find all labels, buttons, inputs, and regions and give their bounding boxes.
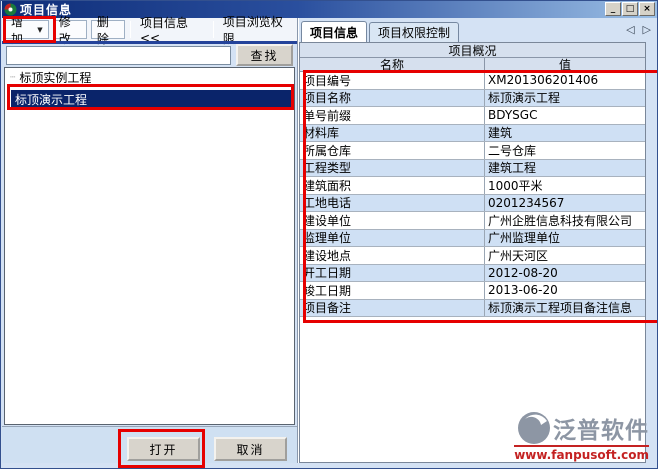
add-button[interactable]: 增加 ▼	[5, 20, 49, 39]
modify-button[interactable]: 修改	[53, 20, 87, 39]
field-value: 标顶演示工程	[485, 90, 645, 107]
bottom-bar: 打开 取消	[2, 426, 298, 463]
maximize-button[interactable]: □	[622, 2, 638, 16]
field-name: 竣工日期	[300, 282, 485, 299]
tree-line-icon: ┄	[10, 73, 16, 83]
field-name: 所属仓库	[300, 142, 485, 159]
project-tree: ┄ 标顶实例工程 标顶演示工程	[4, 67, 295, 425]
table-row[interactable]: 工地电话 0201234567	[300, 195, 645, 213]
field-name: 单号前缀	[300, 107, 485, 124]
field-name: 监理单位	[300, 230, 485, 247]
dropdown-arrow-icon: ▼	[37, 26, 42, 34]
table-row[interactable]: 建设单位 广州企胜信息科技有限公司	[300, 212, 645, 230]
field-value: 1000平米	[485, 177, 645, 194]
tab-bar: 项目信息 项目权限控制 ◁ ▷	[301, 21, 657, 42]
table-row[interactable]: 建设地点 广州天河区	[300, 247, 645, 265]
find-button-label: 查找	[250, 47, 278, 64]
table-row[interactable]: 竣工日期 2013-06-20	[300, 282, 645, 300]
table-row[interactable]: 监理单位 广州监理单位	[300, 230, 645, 248]
search-row: 查找	[2, 44, 298, 67]
field-value: 2013-06-20	[485, 282, 645, 299]
minimize-button[interactable]: _	[605, 2, 621, 16]
field-value: 广州企胜信息科技有限公司	[485, 212, 645, 229]
toolbar-separator	[213, 21, 214, 38]
maximize-icon: □	[626, 5, 635, 14]
tree-item-label: 标顶演示工程	[15, 91, 87, 108]
project-info-collapse-button[interactable]: 项目信息<<	[135, 20, 208, 39]
table-row[interactable]: 项目编号 XM201306201406	[300, 72, 645, 90]
table-row[interactable]: 项目备注 标顶演示工程项目备注信息	[300, 300, 645, 318]
field-name: 项目备注	[300, 300, 485, 317]
field-value: 标顶演示工程项目备注信息	[485, 300, 645, 317]
field-value: XM201306201406	[485, 72, 645, 89]
field-value: 二号仓库	[485, 142, 645, 159]
cancel-button[interactable]: 取消	[214, 437, 287, 461]
brand-name: 泛普软件	[553, 411, 649, 445]
column-header-value: 值	[485, 58, 645, 71]
watermark: 泛普软件 www.fanpusoft.com	[499, 411, 649, 462]
browse-permission-button[interactable]: 项目浏览权限	[218, 20, 294, 39]
brand-site: www.fanpusoft.com	[514, 445, 649, 462]
open-button-label: 打开	[149, 441, 177, 458]
field-name: 工程类型	[300, 160, 485, 177]
table-row[interactable]: 项目名称 标顶演示工程	[300, 90, 645, 108]
field-name: 材料库	[300, 125, 485, 142]
field-name: 建设单位	[300, 212, 485, 229]
find-button[interactable]: 查找	[236, 44, 293, 66]
field-name: 工地电话	[300, 195, 485, 212]
delete-button[interactable]: 删除	[91, 20, 125, 39]
table-title: 项目概况	[300, 43, 645, 58]
tree-item-label: 标顶实例工程	[19, 69, 91, 86]
table-body: 项目编号 XM201306201406 项目名称 标顶演示工程 单号前缀 BDY…	[300, 72, 645, 317]
tab-label: 项目权限控制	[378, 24, 450, 41]
project-info-window: 项目信息 _ □ × 增加 ▼ 修改 删除 项目信息<<	[0, 0, 658, 469]
column-header-name: 名称	[300, 58, 485, 71]
search-input[interactable]	[6, 46, 231, 65]
tab-project-permission[interactable]: 项目权限控制	[369, 22, 459, 42]
table-row[interactable]: 单号前缀 BDYSGC	[300, 107, 645, 125]
fanpu-logo-icon	[517, 411, 551, 445]
field-name: 建设地点	[300, 247, 485, 264]
toolbar-separator	[130, 21, 131, 38]
tab-next-icon[interactable]: ▷	[643, 23, 651, 36]
table-header-row: 名称 值	[300, 58, 645, 72]
field-name: 建筑面积	[300, 177, 485, 194]
field-name: 项目名称	[300, 90, 485, 107]
table-row[interactable]: 开工日期 2012-08-20	[300, 265, 645, 283]
field-value: 广州天河区	[485, 247, 645, 264]
tree-item-demo-project[interactable]: 标顶演示工程	[11, 90, 293, 108]
field-value: 建筑	[485, 125, 645, 142]
table-row[interactable]: 所属仓库 二号仓库	[300, 142, 645, 160]
field-value: 2012-08-20	[485, 265, 645, 282]
field-value: 0201234567	[485, 195, 645, 212]
table-row[interactable]: 建筑面积 1000平米	[300, 177, 645, 195]
close-icon: ×	[643, 5, 651, 14]
tab-project-info[interactable]: 项目信息	[301, 21, 367, 42]
table-row[interactable]: 材料库 建筑	[300, 125, 645, 143]
toolbar: 增加 ▼ 修改 删除 项目信息<< 项目浏览权限	[2, 18, 298, 41]
open-button[interactable]: 打开	[127, 437, 200, 461]
minimize-icon: _	[611, 5, 616, 14]
field-name: 项目编号	[300, 72, 485, 89]
table-title-label: 项目概况	[448, 42, 496, 59]
tab-label: 项目信息	[310, 24, 358, 41]
tree-item-example-project[interactable]: ┄ 标顶实例工程	[5, 70, 294, 85]
table-row[interactable]: 工程类型 建筑工程	[300, 160, 645, 178]
cancel-button-label: 取消	[236, 441, 264, 458]
field-value: 广州监理单位	[485, 230, 645, 247]
tab-prev-icon[interactable]: ◁	[626, 23, 634, 36]
field-value: BDYSGC	[485, 107, 645, 124]
project-detail-table: 项目概况 名称 值 项目编号 XM201306201406 项目名称 标顶演示工…	[299, 42, 646, 463]
close-button[interactable]: ×	[639, 2, 655, 16]
field-name: 开工日期	[300, 265, 485, 282]
field-value: 建筑工程	[485, 160, 645, 177]
